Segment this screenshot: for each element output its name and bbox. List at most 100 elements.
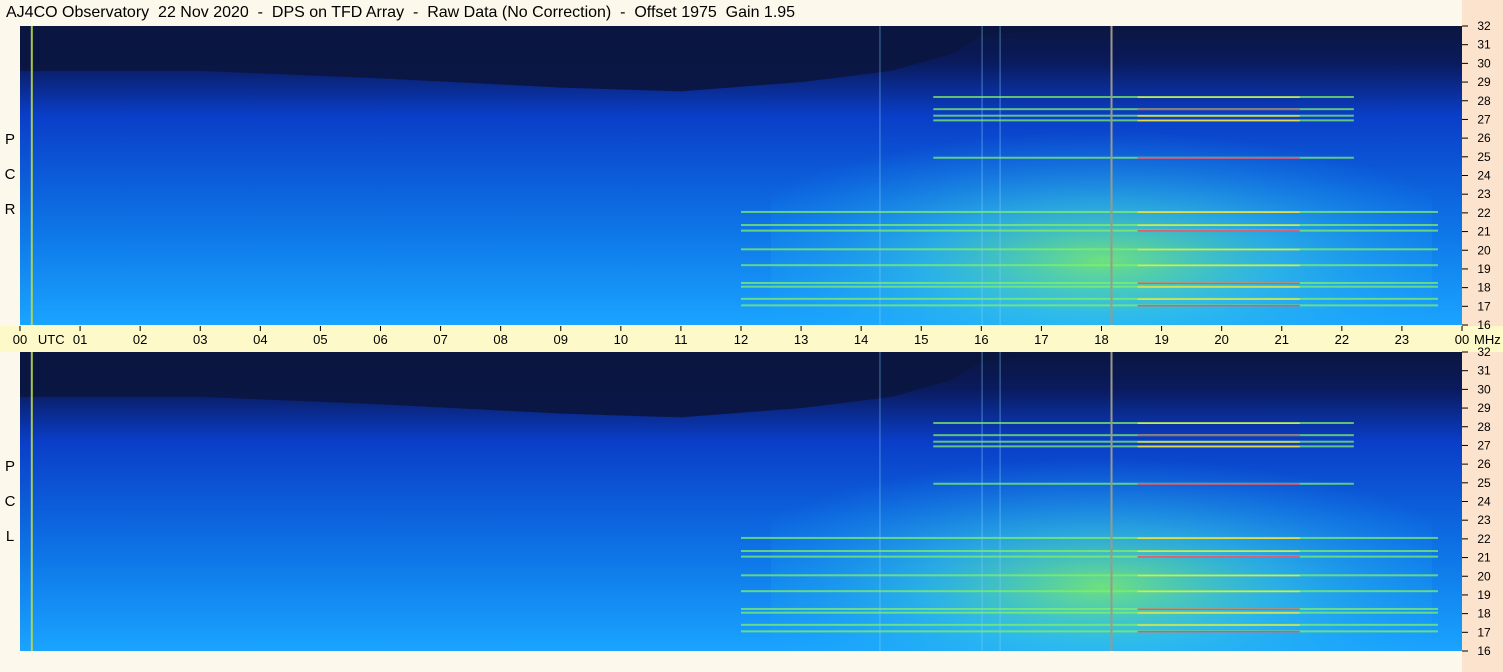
utc-tick-label: 18 [1094,332,1108,347]
band-peak [1137,608,1300,610]
frequency-tick-label: 29 [1477,75,1491,89]
band-peak [1137,483,1300,485]
band-peak [1137,157,1300,159]
utc-tick-label: 13 [794,332,808,347]
band-peak [1137,286,1300,288]
utc-tick-label: 23 [1395,332,1409,347]
utc-tick-label: 06 [373,332,387,347]
band-peak [1137,224,1300,227]
band-line [741,550,1438,553]
band-line [741,210,1438,213]
vertical-artifact [981,352,983,651]
band-peak [1137,248,1300,251]
frequency-tick-label: 16 [1477,318,1491,332]
band-peak [1137,537,1300,539]
frequency-tick-label: 18 [1477,607,1491,621]
time-marker-line [1110,352,1113,651]
band-peak [1137,590,1300,593]
band-peak [1137,574,1300,577]
utc-tick-label: 00 [1455,332,1469,347]
band-line [741,607,1438,610]
band-peak [1137,264,1300,267]
utc-tick-label: 19 [1154,332,1168,347]
band-peak [1137,108,1300,111]
band-peak [1137,445,1300,448]
calibration-line [30,26,33,325]
frequency-tick-label: 25 [1477,150,1491,164]
frequency-tick-label: 19 [1477,588,1491,602]
frequency-tick-label: 29 [1477,401,1491,415]
time-marker-line [1110,26,1113,325]
band-peak [1137,96,1300,99]
band-line [741,630,1438,633]
frequency-tick-label: 24 [1477,169,1491,183]
utc-tick-label: 08 [493,332,507,347]
utc-tick-label: 10 [614,332,628,347]
frequency-tick-label: 20 [1477,569,1491,583]
utc-tick-label: 07 [433,332,447,347]
vertical-artifact [879,26,881,325]
band-peak [1137,550,1300,553]
utc-tick-label: 16 [974,332,988,347]
spectrogram-figure: 00 01 02 03 04 05 06 07 08 09 10 11 12 13 14 15 16 17 18 19… [13,19,1501,658]
band-peak [1137,612,1300,614]
band-line [741,264,1438,267]
band-line [741,297,1438,300]
utc-tick-label: 05 [313,332,327,347]
frequency-tick-label: 28 [1477,420,1491,434]
band-line [741,590,1438,593]
frequency-tick-label: 32 [1477,345,1491,359]
utc-tick-label: 00 [13,332,27,347]
band-peak [1137,115,1300,117]
frequency-tick-label: 30 [1477,56,1491,70]
frequency-tick-label: 24 [1477,495,1491,509]
daytime-glow [771,110,1432,325]
band-line [741,285,1438,288]
frequency-tick-label: 27 [1477,438,1491,452]
vertical-artifact [999,26,1001,325]
frequency-tick-label: 28 [1477,94,1491,108]
band-peak [1137,282,1300,284]
frequency-tick-label: 31 [1477,38,1491,52]
vertical-artifact [879,352,881,651]
frequency-tick-label: 30 [1477,382,1491,396]
frequency-tick-label: 23 [1477,513,1491,527]
band-peak [1137,422,1300,425]
utc-tick-label: 02 [133,332,147,347]
spectrogram-panel-rcp [20,26,1462,325]
band-peak [1137,230,1300,232]
band-line [741,555,1438,558]
band-peak [1137,556,1300,558]
spectrogram-panel-lcp [20,352,1462,651]
band-peak [1137,441,1300,443]
frequency-tick-label: 26 [1477,131,1491,145]
frequency-tick-label: 23 [1477,187,1491,201]
frequency-tick-label: 27 [1477,112,1491,126]
band-line [741,248,1438,251]
utc-tick-label: 14 [854,332,868,347]
utc-tick-label: 20 [1214,332,1228,347]
frequency-tick-label: 25 [1477,476,1491,490]
frequency-tick-label: 17 [1477,299,1491,313]
vertical-artifact [999,352,1001,651]
band-peak [1137,434,1300,437]
frequency-tick-label: 18 [1477,281,1491,295]
band-line [741,623,1438,626]
band-peak [1137,304,1300,307]
utc-tick-label: 04 [253,332,267,347]
frequency-tick-label: 26 [1477,457,1491,471]
band-peak [1137,624,1300,626]
band-peak [1137,630,1300,633]
band-line [741,574,1438,577]
vertical-artifact [981,26,983,325]
utc-tick-label: 15 [914,332,928,347]
utc-unit-label: UTC [38,332,65,347]
utc-tick-label: 01 [73,332,87,347]
frequency-tick-label: 21 [1477,225,1491,239]
band-peak [1137,211,1300,213]
frequency-tick-label: 22 [1477,532,1491,546]
utc-tick-label: 22 [1335,332,1349,347]
daytime-glow [771,436,1432,651]
utc-tick-label: 11 [674,332,688,347]
frequency-tick-label: 31 [1477,364,1491,378]
